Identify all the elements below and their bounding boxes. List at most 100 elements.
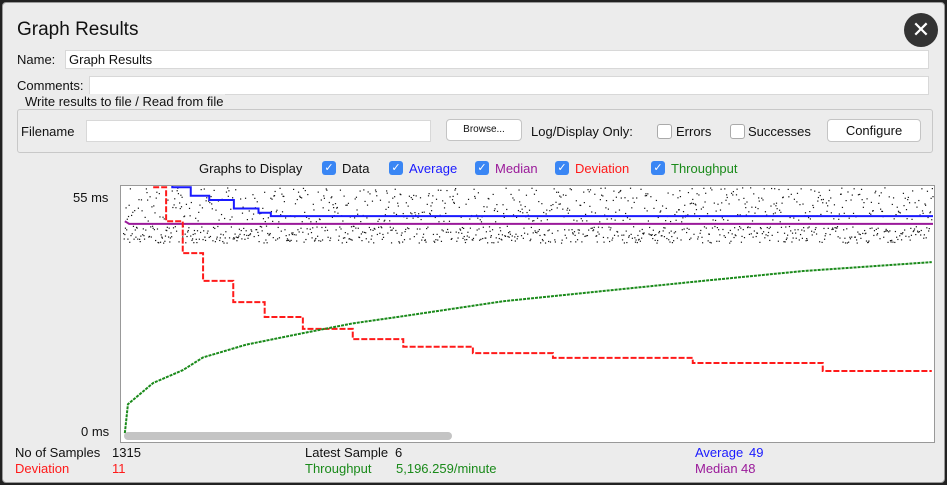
data-point (374, 228, 376, 230)
data-point (201, 226, 203, 228)
data-point (631, 237, 633, 239)
data-point (413, 236, 415, 238)
data-point (781, 202, 783, 204)
data-point (329, 239, 331, 242)
data-point (325, 226, 327, 228)
data-point (402, 241, 404, 243)
data-point (226, 242, 228, 244)
data-point (355, 196, 358, 198)
data-point (888, 231, 890, 233)
data-point (211, 203, 213, 205)
data-point (908, 236, 910, 238)
close-button[interactable]: ✕ (904, 13, 938, 47)
samples-label: No of Samples (15, 445, 101, 460)
filename-input[interactable] (86, 120, 431, 142)
data-point (756, 232, 759, 234)
data-point (866, 198, 868, 200)
graph-toggle-deviation-checkbox[interactable]: ✓ (555, 161, 569, 175)
data-point (314, 239, 316, 241)
data-point (585, 235, 587, 237)
data-point (880, 192, 882, 194)
horizontal-scrollbar[interactable] (124, 432, 452, 440)
data-point (503, 212, 505, 215)
data-point (345, 204, 347, 206)
data-point (794, 229, 796, 231)
data-point (476, 229, 478, 231)
data-point (698, 194, 700, 196)
throughput-label: Throughput (305, 461, 372, 476)
data-point (783, 232, 786, 234)
browse-button[interactable]: Browse... (446, 119, 522, 141)
data-point (901, 233, 903, 235)
data-point (416, 233, 418, 235)
data-point (719, 234, 721, 236)
data-point (291, 233, 293, 236)
data-point (632, 197, 634, 199)
graph-toggle-data-checkbox[interactable]: ✓ (322, 161, 336, 175)
name-input[interactable]: Graph Results (65, 50, 929, 69)
data-point (281, 193, 283, 195)
data-point (720, 188, 722, 190)
data-point (529, 239, 531, 242)
data-point (673, 240, 675, 242)
data-point (891, 203, 893, 206)
data-point (917, 231, 919, 233)
data-point (159, 241, 162, 243)
data-point (688, 228, 690, 230)
data-point (868, 240, 870, 242)
data-point (131, 233, 133, 235)
data-point (689, 203, 691, 205)
data-point (680, 239, 682, 241)
data-point (863, 202, 865, 204)
configure-button[interactable]: Configure (827, 119, 921, 142)
data-point (397, 202, 399, 204)
graph-toggle-throughput-checkbox[interactable]: ✓ (651, 161, 665, 175)
data-point (798, 219, 800, 221)
data-point (806, 237, 808, 240)
data-point (641, 237, 643, 239)
data-point (203, 230, 205, 232)
data-point (300, 227, 302, 229)
data-point (124, 227, 127, 229)
data-point (126, 218, 128, 220)
data-point (143, 238, 146, 240)
graph-toggle-average-checkbox[interactable]: ✓ (389, 161, 403, 175)
comments-input[interactable] (89, 76, 929, 95)
data-point (582, 233, 584, 235)
data-point (608, 226, 610, 228)
errors-checkbox[interactable] (657, 124, 672, 139)
data-point (369, 193, 371, 195)
data-point (430, 210, 433, 212)
graph-toggle-median-checkbox[interactable]: ✓ (475, 161, 489, 175)
data-point (336, 206, 338, 209)
data-point (769, 226, 771, 228)
data-point (594, 193, 596, 195)
data-point (561, 239, 563, 241)
data-point (557, 230, 559, 232)
data-point (286, 240, 288, 242)
data-point (276, 238, 279, 240)
data-point (627, 200, 629, 202)
data-point (198, 211, 200, 213)
data-point (780, 226, 783, 228)
data-point (894, 230, 897, 233)
data-point (134, 210, 136, 212)
data-point (774, 188, 776, 190)
data-point (448, 220, 451, 222)
data-point (315, 221, 317, 223)
data-point (180, 206, 183, 208)
data-point (753, 193, 755, 195)
data-point (140, 199, 143, 201)
data-point (752, 236, 754, 238)
successes-checkbox[interactable] (730, 124, 745, 139)
data-point (193, 242, 195, 244)
data-point (386, 190, 388, 192)
data-point (735, 235, 737, 237)
data-point (562, 194, 565, 196)
data-point (170, 232, 172, 234)
data-point (556, 191, 558, 193)
data-point (198, 238, 200, 240)
data-point (779, 221, 781, 223)
data-point (605, 200, 608, 202)
data-point (212, 226, 215, 229)
